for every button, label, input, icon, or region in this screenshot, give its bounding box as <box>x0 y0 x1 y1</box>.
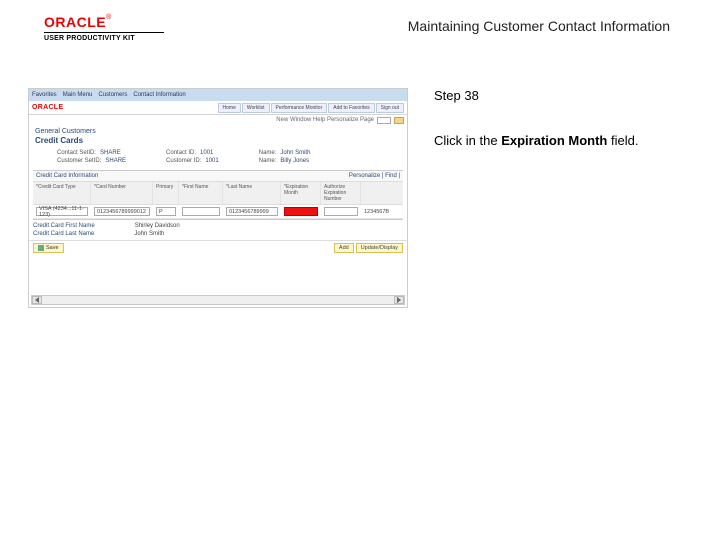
instruction-prefix: Click in the <box>434 133 501 148</box>
trademark-icon: ® <box>106 14 111 21</box>
value: 1001 <box>205 158 218 164</box>
tab-signout[interactable]: Sign out <box>376 103 404 113</box>
oracle-mini-logo: ORACLE <box>32 104 63 111</box>
content-row: Favorites Main Menu Customers Contact In… <box>0 50 720 308</box>
app-screenshot: Favorites Main Menu Customers Contact In… <box>28 88 408 308</box>
breadcrumb-item[interactable]: Favorites <box>32 92 57 98</box>
col-expiration-month: *Expiration Month <box>281 182 321 204</box>
app-nav: ORACLE Home Worklist Performance Monitor… <box>29 101 407 115</box>
instruction-text: Click in the Expiration Month field. <box>434 133 688 150</box>
scroll-left-icon[interactable] <box>32 296 42 304</box>
label: Name: <box>259 158 277 164</box>
col-primary: Primary <box>153 182 179 204</box>
meta-rows: Credit Card First Name Shirley Davidson C… <box>29 220 407 240</box>
col-card-number: *Card Number <box>91 182 153 204</box>
brand-block: ORACLE® USER PRODUCTIVITY KIT <box>44 14 164 42</box>
meta-label: Credit Card First Name <box>33 223 95 229</box>
breadcrumb-bar: Favorites Main Menu Customers Contact In… <box>29 89 407 101</box>
instruction-panel: Step 38 Click in the Expiration Month fi… <box>408 88 688 150</box>
add-button[interactable]: Add <box>334 243 354 253</box>
card-type-input[interactable]: VISA (4234...11-1-123) <box>36 207 88 216</box>
search-mini-input[interactable] <box>377 117 391 124</box>
sub-bar: New Window Help Personalize Page <box>29 115 407 125</box>
disk-icon <box>38 245 44 251</box>
instruction-suffix: field. <box>607 133 638 148</box>
value: SHARE <box>100 150 121 156</box>
horizontal-scrollbar[interactable] <box>31 295 405 305</box>
doc-header: ORACLE® USER PRODUCTIVITY KIT Maintainin… <box>0 0 720 50</box>
last-name-input[interactable]: 0123456789999 <box>226 207 278 216</box>
meta-label: Credit Card Last Name <box>33 231 94 237</box>
label: Contact SetID: <box>57 150 96 156</box>
label: Customer SetID: <box>57 158 101 164</box>
col-last-name: *Last Name <box>223 182 281 204</box>
product-name: USER PRODUCTIVITY KIT <box>44 32 164 42</box>
label: Customer ID: <box>166 158 201 164</box>
col-first-name: *First Name <box>179 182 223 204</box>
value: SHARE <box>105 158 126 164</box>
meta-value: Shirley Davidson <box>135 223 180 229</box>
scroll-right-icon[interactable] <box>394 296 404 304</box>
table-row: VISA (4234...11-1-123) 0123456789999012 … <box>33 205 403 219</box>
breadcrumb-item[interactable]: Customers <box>98 92 127 98</box>
page-subheading: Credit Cards <box>29 136 407 148</box>
value: 1001 <box>200 150 213 156</box>
sub-links[interactable]: New Window Help Personalize Page <box>276 117 374 123</box>
first-name-input[interactable] <box>182 207 220 216</box>
breadcrumb-item[interactable]: Contact Information <box>133 92 185 98</box>
col-card-type: *Credit Card Type <box>33 182 91 204</box>
page-heading: General Customers <box>29 125 407 136</box>
step-number: Step 38 <box>434 88 688 103</box>
save-button[interactable]: Save <box>33 243 64 253</box>
tab-favorites[interactable]: Add to Favorites <box>328 103 374 113</box>
value: John Smith <box>280 150 310 156</box>
section-actions[interactable]: Personalize | Find | <box>349 173 400 179</box>
card-number-input[interactable]: 0123456789999012 <box>94 207 150 216</box>
go-button[interactable] <box>394 117 404 124</box>
tab-performance[interactable]: Performance Monitor <box>271 103 328 113</box>
primary-input[interactable]: P <box>156 207 176 216</box>
col-auth-expiration: Authorize Expiration Number <box>321 182 361 204</box>
tab-home[interactable]: Home <box>218 103 241 113</box>
section-title: Credit Card Information <box>36 173 98 179</box>
nav-tabs: Home Worklist Performance Monitor Add to… <box>218 103 404 113</box>
label: Contact ID: <box>166 150 196 156</box>
auth-exp-input[interactable] <box>324 207 358 216</box>
row-suffix: 1234567B <box>364 209 389 215</box>
expiration-month-input[interactable] <box>284 207 318 216</box>
tab-worklist[interactable]: Worklist <box>242 103 270 113</box>
screenshot-footer: Save Add Update/Display <box>29 240 407 255</box>
info-block: Contact SetID: SHARE Customer SetID: SHARE… <box>29 148 407 166</box>
breadcrumb-item[interactable]: Main Menu <box>63 92 93 98</box>
credit-card-section: Credit Card Information Personalize | Fi… <box>33 170 403 220</box>
value: Billy Jones <box>280 158 309 164</box>
oracle-wordmark: ORACLE <box>44 14 106 30</box>
instruction-field-name: Expiration Month <box>501 133 607 148</box>
page-title: Maintaining Customer Contact Information <box>408 14 700 34</box>
table-header: *Credit Card Type *Card Number Primary *… <box>33 181 403 205</box>
meta-value: John Smith <box>134 231 164 237</box>
oracle-logo: ORACLE® <box>44 14 164 30</box>
label: Name: <box>259 150 277 156</box>
update-display-button[interactable]: Update/Display <box>356 243 403 253</box>
